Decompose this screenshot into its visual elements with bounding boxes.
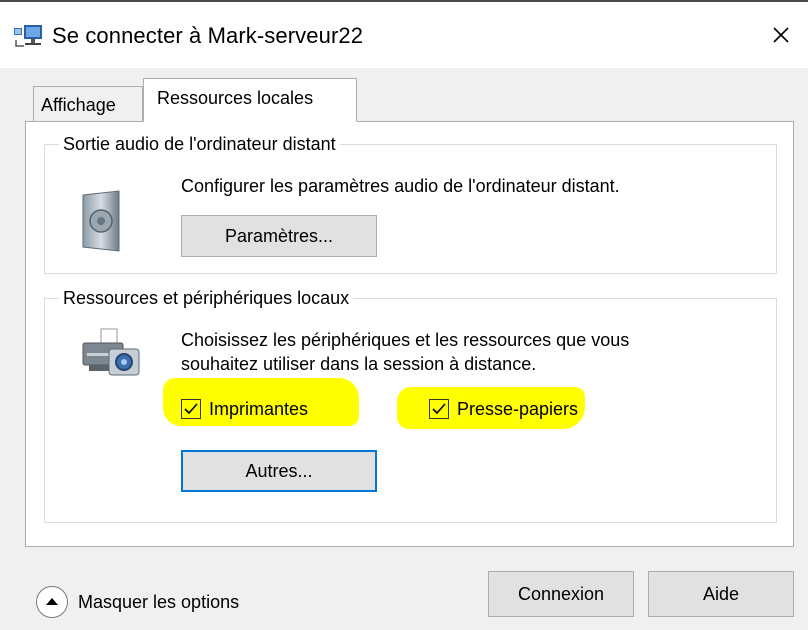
checkmark-icon [184, 403, 198, 415]
printers-checkbox-box[interactable] [181, 399, 201, 419]
audio-settings-button[interactable]: Paramètres... [181, 215, 377, 257]
speaker-icon [79, 189, 123, 253]
resources-description-line1: Choisissez les périphériques et les ress… [181, 330, 630, 350]
remote-desktop-icon [14, 24, 44, 50]
window-title: Se connecter à Mark-serveur22 [52, 23, 364, 48]
printers-checkbox-label: Imprimantes [209, 399, 309, 419]
hide-options-label: Masquer les options [78, 591, 240, 612]
help-button[interactable]: Aide [648, 571, 794, 617]
audio-output-group: Sortie audio de l'ordinateur distant Con… [44, 132, 777, 274]
tab-ressources-locales[interactable]: Ressources locales [143, 78, 357, 122]
clipboard-checkbox-box[interactable] [429, 399, 449, 419]
collapse-circle-button[interactable] [36, 586, 68, 618]
clipboard-checkbox[interactable]: Presse-papiers [429, 397, 578, 421]
audio-group-legend: Sortie audio de l'ordinateur distant [59, 132, 340, 156]
tab-ressources-locales-label: Ressources locales [157, 88, 314, 108]
printers-checkbox[interactable]: Imprimantes [181, 397, 308, 421]
tab-affichage-label: Affichage [41, 95, 116, 115]
hide-options-toggle[interactable]: Masquer les options [36, 586, 239, 618]
audio-description: Configurer les paramètres audio de l'ord… [181, 176, 620, 196]
tab-affichage[interactable]: Affichage [33, 86, 143, 121]
connect-button[interactable]: Connexion [488, 571, 634, 617]
more-resources-button[interactable]: Autres... [181, 450, 377, 492]
resources-description-line2: souhaitez utiliser dans la session à dis… [181, 354, 537, 374]
local-resources-group: Ressources et périphériques locaux Chois… [44, 286, 777, 523]
resources-group-legend: Ressources et périphériques locaux [59, 286, 354, 310]
tab-panel: Sortie audio de l'ordinateur distant Con… [25, 121, 794, 547]
chevron-up-icon [46, 598, 58, 605]
clipboard-checkbox-label: Presse-papiers [457, 399, 579, 419]
checkmark-icon [432, 403, 446, 415]
close-button[interactable] [764, 18, 798, 52]
dialog-body: Affichage Ressources locales Sortie audi… [0, 68, 808, 630]
printer-camera-icon [79, 325, 143, 385]
close-icon [773, 27, 789, 43]
title-bar[interactable]: Se connecter à Mark-serveur22 [0, 2, 808, 68]
